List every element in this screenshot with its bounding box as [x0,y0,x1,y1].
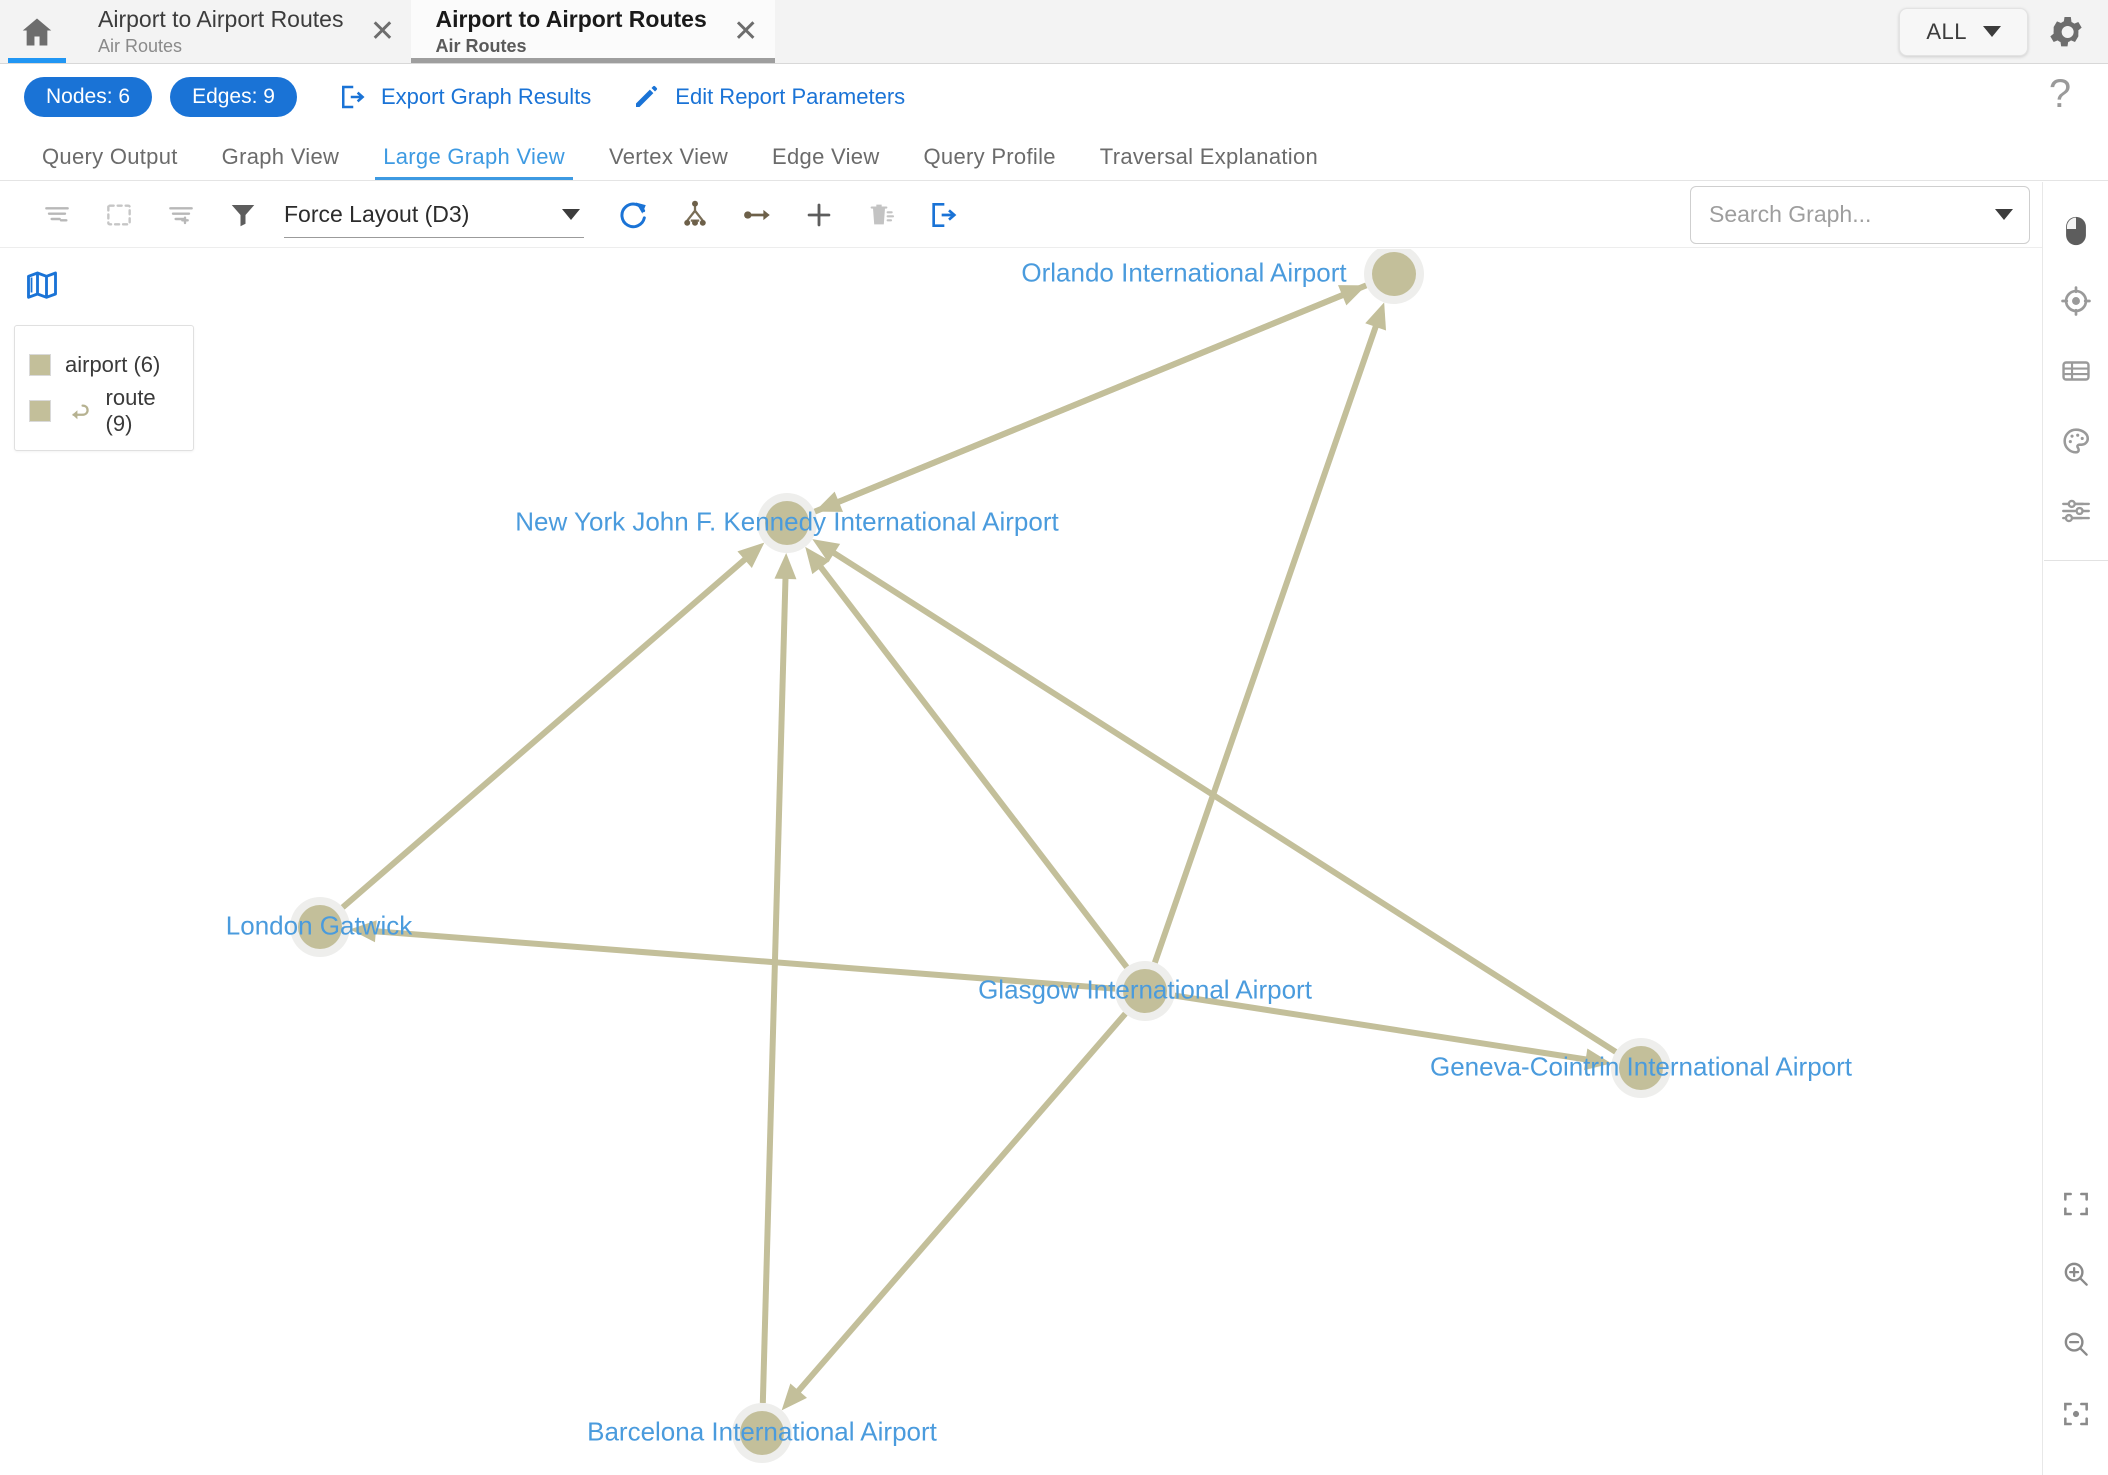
rail-divider [2043,560,2108,561]
graph-edge[interactable] [349,920,1116,992]
home-button[interactable] [0,0,74,63]
filter-icon [231,204,255,226]
select-box-button[interactable] [88,184,150,246]
close-icon[interactable]: ✕ [365,15,399,49]
graph-edge[interactable] [1152,302,1387,964]
select-box-icon [107,203,131,226]
delete-button[interactable] [850,184,912,246]
mouse-mode-icon [2065,216,2086,246]
tab-traversal-explanation[interactable]: Traversal Explanation [1078,144,1340,180]
hierarchy-layout-button[interactable] [664,184,726,246]
fit-to-screen-icon [2063,1402,2088,1426]
graph-node[interactable] [1115,961,1175,1021]
tab-edge-view[interactable]: Edge View [750,144,901,180]
nodes-badge[interactable]: Nodes: 6 [24,76,153,117]
graph-node[interactable] [1364,249,1424,304]
tab-subtitle: Air Routes [98,36,183,57]
center-graph-button[interactable] [2043,266,2108,336]
tab-query-profile[interactable]: Query Profile [902,144,1078,180]
tab-bar-actions: ALL [1899,0,2108,63]
search-graph-box[interactable] [1690,185,2030,244]
chevron-down-icon [562,208,580,220]
mouse-mode-button[interactable] [2043,196,2108,266]
export-label: Export Graph Results [380,83,592,109]
fullscreen-icon [2063,1192,2088,1216]
graph-edge[interactable] [805,546,1130,969]
zoom-out-button[interactable] [2043,1309,2108,1379]
graph-edge[interactable] [781,1011,1128,1411]
chevron-down-icon[interactable] [1995,209,2013,220]
all-filter-dropdown[interactable]: ALL [1899,7,2028,56]
edit-report-parameters-button[interactable]: Edit Report Parameters [631,82,905,112]
graph-node[interactable] [290,897,350,957]
edge-direction-button[interactable] [726,184,788,246]
export-graph-icon [932,202,957,227]
table-view-button[interactable] [2043,336,2108,406]
zoom-out-icon [2064,1332,2088,1356]
close-icon[interactable]: ✕ [729,15,763,49]
layout-dropdown[interactable]: Force Layout (D3) [284,192,584,238]
graph-canvas[interactable]: airport (6) route (9) Orlando Internatio… [0,249,2042,1475]
layout-value: Force Layout (D3) [284,200,470,227]
zoom-in-icon [2064,1262,2088,1286]
application-window: Airport to Airport Routes Air Routes ✕ A… [0,0,2108,1475]
edge-direction-icon [744,209,770,220]
tab-query-output[interactable]: Query Output [20,144,200,180]
gear-icon[interactable] [2046,12,2086,52]
graph-edge[interactable] [340,542,765,910]
tab-bar: Airport to Airport Routes Air Routes ✕ A… [0,0,2108,64]
tab-subtitle: Air Routes [435,36,527,57]
delete-list-icon [870,204,895,224]
collapse-list-button[interactable] [26,184,88,246]
export-graph-button[interactable] [912,184,974,246]
graph-edge[interactable] [759,552,797,1404]
graph-node[interactable] [732,1403,792,1463]
refresh-button[interactable] [602,184,664,246]
graph-visualization[interactable] [0,249,2042,1475]
chevron-down-icon [1983,26,2001,37]
tab-airport-routes-1[interactable]: Airport to Airport Routes Air Routes ✕ [74,0,412,63]
zoom-in-button[interactable] [2043,1239,2108,1309]
pencil-icon [636,85,658,107]
tab-airport-routes-2[interactable]: Airport to Airport Routes Air Routes ✕ [411,0,776,63]
tab-title: Airport to Airport Routes [435,5,707,32]
tab-title: Airport to Airport Routes [98,5,344,32]
settings-sliders-button[interactable] [2043,476,2108,546]
center-target-icon [2060,286,2091,316]
expand-list-icon [169,206,193,224]
palette-button[interactable] [2043,406,2108,476]
fullscreen-button[interactable] [2043,1169,2108,1239]
right-toolbar-rail [2042,182,2108,1475]
view-tabs: Query Output Graph View Large Graph View… [0,129,2108,181]
tab-graph-view[interactable]: Graph View [200,144,362,180]
tab-vertex-view[interactable]: Vertex View [587,144,750,180]
home-icon [22,18,52,45]
graph-node[interactable] [1611,1038,1671,1098]
palette-icon [2062,428,2089,454]
tab-large-graph-view[interactable]: Large Graph View [361,144,587,180]
edit-label: Edit Report Parameters [675,83,906,109]
refresh-icon [620,202,646,228]
fit-to-screen-button[interactable] [2043,1379,2108,1449]
table-icon [2061,361,2090,381]
help-button[interactable]: ? [2036,64,2084,124]
hierarchy-icon [684,200,706,226]
graph-node[interactable] [757,493,817,553]
sliders-icon [2061,499,2090,523]
export-icon [341,85,365,108]
action-row: Nodes: 6 Edges: 9 Export Graph Results E… [0,64,2108,129]
all-filter-label: ALL [1926,18,1967,44]
add-node-button[interactable] [788,184,850,246]
edges-badge[interactable]: Edges: 9 [170,76,297,117]
graph-edge[interactable] [813,285,1367,515]
search-input[interactable] [1707,200,1995,229]
filter-button[interactable] [212,184,274,246]
add-icon [807,203,831,226]
expand-list-button[interactable] [150,184,212,246]
graph-toolbar: Force Layout (D3) [0,182,2108,248]
collapse-list-icon [45,206,69,222]
export-graph-results-button[interactable]: Export Graph Results [337,82,591,112]
